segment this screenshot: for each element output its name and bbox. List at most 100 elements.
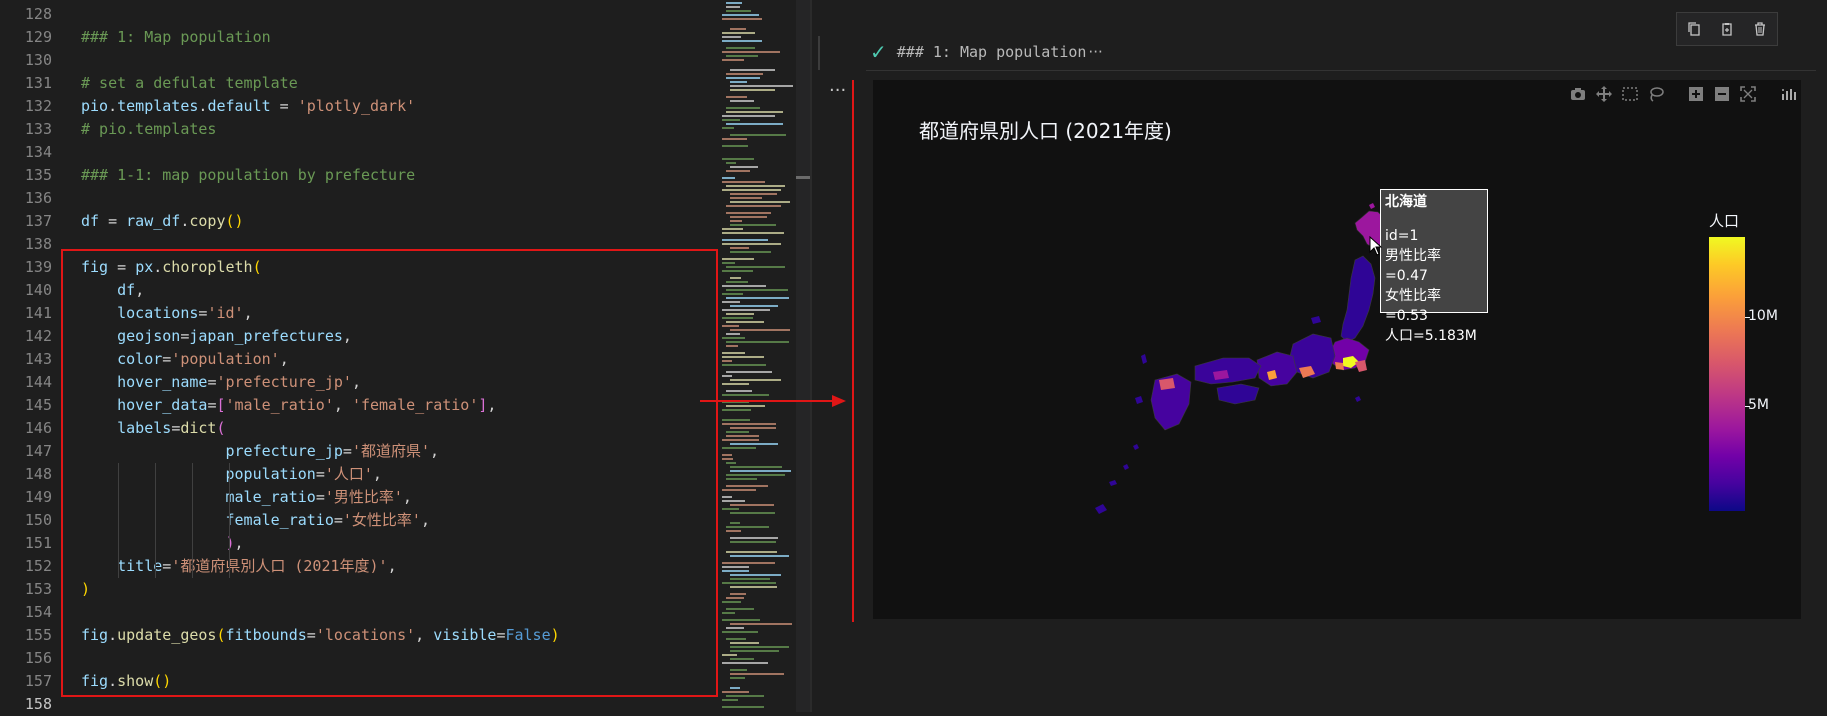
region-shikoku [1216,383,1260,405]
lasso-icon[interactable] [1643,81,1669,107]
minimap-line [722,138,747,140]
line-number: 144 [24,373,52,391]
tooltip-line: 男性比率=0.47 [1385,248,1441,284]
code-token: default [207,97,271,115]
minimap-line [726,695,764,697]
minimap-line [722,447,756,449]
minimap-line [726,170,750,172]
box-select-icon[interactable] [1617,81,1643,107]
minimap-line [726,530,741,532]
minimap-line [730,512,775,514]
island-goto [1135,396,1143,404]
choropleth-map[interactable] [873,80,1801,619]
minimap-line [722,601,741,603]
copy-icon[interactable] [1683,18,1705,40]
code-token: ### 1-1: map population by prefecture [81,166,416,184]
minimap-line [730,504,774,506]
code-line[interactable]: # set a defulat template [81,72,298,95]
minimap-line [730,277,741,279]
zoom-out-icon[interactable] [1709,81,1735,107]
plotly-modebar [1565,80,1801,108]
minimap-line [730,81,747,83]
minimap-line [722,309,770,311]
code-line[interactable]: df = raw_df.copy() [81,210,244,233]
paste-icon[interactable] [1716,18,1738,40]
minimap-line [726,2,742,4]
island-izu [1355,396,1361,402]
minimap-line [722,317,753,319]
island-okinawa-1 [1133,444,1139,450]
cell-header[interactable]: ✓ ### 1: Map population ··· [870,40,1103,64]
code-line[interactable]: ### 1-1: map population by prefecture [81,164,415,187]
prefecture-kanagawa [1335,362,1344,370]
delete-icon[interactable] [1749,18,1771,40]
minimap-line [722,115,775,117]
prefecture-saitama-chiba [1355,360,1367,372]
output-menu-button[interactable]: ··· [829,80,846,101]
minimap-line [722,566,749,568]
pan-icon[interactable] [1591,81,1617,107]
minimap-line [726,341,789,343]
cell-collapse-bar[interactable] [818,36,820,70]
minimap-line [730,673,784,675]
code-token: = [99,212,127,230]
line-number: 155 [24,626,52,644]
minimap-line [722,654,737,656]
line-number: 157 [24,672,52,690]
minimap-line [730,687,740,689]
minimap-line [722,40,762,42]
minimap-line [730,623,792,625]
minimap-line [722,419,750,421]
output-marker-bar [852,80,854,622]
minimap-line [726,297,789,299]
line-number-gutter: 128 129 130 131 132 133 134 135 136 137 138 139 140 1… [0,0,60,713]
minimap-line [726,162,736,164]
minimap-line [722,337,745,339]
code-line[interactable]: pio.templates.default = 'plotly_dark' [81,95,415,118]
island-rishiri [1369,203,1375,209]
minimap-line [722,189,781,191]
code-token: df [81,212,100,230]
japan-map[interactable] [1095,203,1400,514]
minimap-line [730,85,793,87]
camera-icon[interactable] [1565,81,1591,107]
line-number: 134 [24,143,52,161]
minimap-line [730,305,778,307]
colorbar-title: 人口 [1709,212,1740,230]
minimap-line [722,158,754,160]
minimap-line [726,281,748,283]
minimap-line [730,522,740,524]
code-editor[interactable]: 128 129 130 131 132 133 134 135 136 137 138 139 140 1… [0,0,718,713]
plotly-figure[interactable]: 都道府県別人口 (2021年度) 人口 10M 5M 北海道 id=1 男性比率… [873,80,1801,619]
minimap-line [730,28,746,30]
minimap-line [726,597,744,599]
plotly-logo-icon[interactable] [1775,81,1801,107]
minimap-line [730,593,746,595]
line-number: 138 [24,235,52,253]
zoom-in-icon[interactable] [1683,81,1709,107]
minimap-line [730,166,758,168]
minimap-line [722,360,732,362]
minimap-line [726,96,747,98]
minimap-line [722,570,749,572]
minimap-line [722,228,743,230]
code-line[interactable]: ### 1: Map population [81,26,271,49]
minimap-line [722,364,766,366]
code-token: copy [189,212,226,230]
minimap-line [722,439,759,441]
reset-view-icon[interactable] [1735,81,1761,107]
colorbar [1709,237,1745,511]
minimap-line [726,55,758,57]
line-number: 141 [24,304,52,322]
minimap-line [726,289,788,291]
code-line[interactable]: # pio.templates [81,118,216,141]
line-number: 147 [24,442,52,460]
minimap-line [726,608,754,610]
minimap-line [730,427,776,429]
minimap-scrollbar[interactable] [796,0,810,712]
minimap-line [722,51,780,53]
island-sado [1311,316,1321,324]
scrollbar-thumb[interactable] [796,176,810,179]
minimap[interactable] [720,0,796,712]
minimap-line [726,107,760,109]
